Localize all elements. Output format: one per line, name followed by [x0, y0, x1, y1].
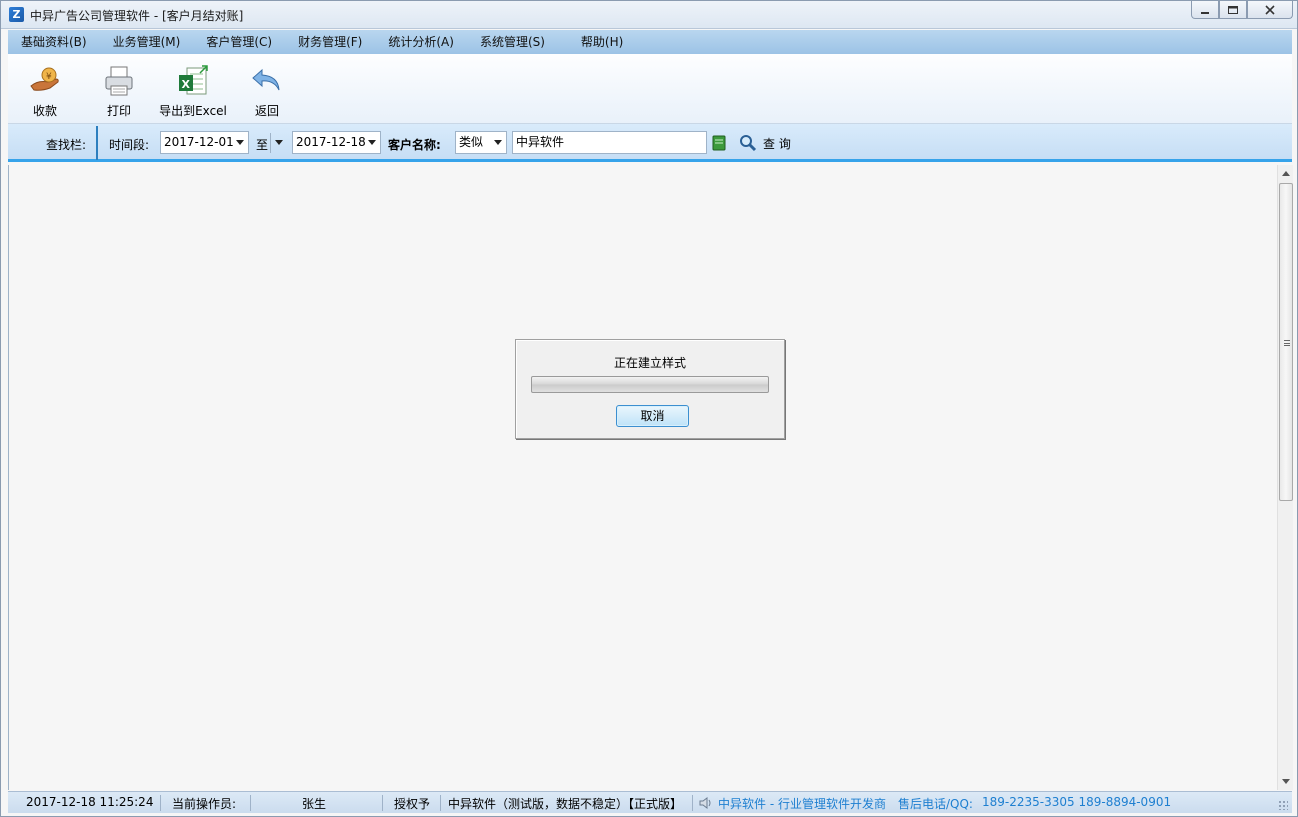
menu-help[interactable]: 帮助(H) [568, 30, 636, 54]
window-controls [1191, 1, 1293, 21]
title-bar: Z 中异广告公司管理软件 - [客户月结对账] [1, 1, 1297, 29]
print-button[interactable]: 打印 [82, 54, 156, 124]
chevron-down-icon [275, 140, 283, 145]
book-picker-icon [712, 135, 726, 151]
status-license-info: 中异软件（测试版，数据不稳定）【正式版】 [448, 797, 683, 811]
menu-basic-data[interactable]: 基础资料(B) [8, 30, 100, 54]
minimize-icon [1201, 11, 1209, 14]
date-to-select[interactable]: 2017-12-18 [292, 131, 381, 154]
chevron-down-icon [494, 140, 502, 145]
scroll-up-icon[interactable] [1282, 171, 1290, 176]
search-bar: 查找栏: 时间段: 2017-12-01 至 2017-12-18 客户名称: … [8, 124, 1292, 162]
customer-picker-button[interactable] [712, 135, 726, 154]
status-license-label: 授权予 [394, 797, 431, 811]
status-support-phones: 189-2235-3305 189-8894-0901 [982, 795, 1172, 809]
status-divider [440, 795, 441, 811]
query-button[interactable]: 查 询 [739, 133, 791, 153]
print-label: 打印 [106, 104, 131, 118]
maximize-button[interactable] [1219, 1, 1247, 19]
status-datetime: 2017-12-18 11:25:24 [26, 795, 154, 809]
excel-export-icon: X [176, 64, 210, 98]
chevron-down-icon [236, 140, 244, 145]
match-mode-value: 类似 [459, 135, 484, 149]
range-toggle-dropdown[interactable] [270, 133, 286, 153]
export-excel-label: 导出到Excel [159, 104, 227, 118]
window-title: 中异广告公司管理软件 - [客户月结对账] [30, 9, 244, 23]
customer-name-input[interactable]: 中异软件 [512, 131, 707, 154]
grip-icon [1284, 340, 1290, 346]
search-icon [740, 135, 757, 152]
date-from-select[interactable]: 2017-12-01 [160, 131, 249, 154]
export-excel-button[interactable]: X 导出到Excel [156, 54, 230, 124]
progress-dialog: 正在建立样式 取消 [515, 339, 785, 439]
app-window: Z 中异广告公司管理软件 - [客户月结对账] 基础资料(B) 业务管理(M) … [0, 0, 1298, 817]
search-bar-label: 查找栏: [46, 138, 87, 152]
svg-text:X: X [182, 78, 191, 91]
status-divider [160, 795, 161, 811]
receive-payment-button[interactable]: ¥ 收款 [8, 54, 82, 124]
progress-bar [531, 376, 769, 393]
status-divider [692, 795, 693, 811]
status-support-label: 售后电话/QQ: [898, 797, 973, 811]
cancel-button[interactable]: 取消 [616, 405, 689, 427]
report-area [8, 165, 1277, 790]
vertical-scrollbar[interactable] [1277, 165, 1293, 790]
status-divider [382, 795, 383, 811]
svg-text:¥: ¥ [46, 72, 52, 82]
menu-bar: 基础资料(B) 业务管理(M) 客户管理(C) 财务管理(F) 统计分析(A) … [8, 30, 1292, 54]
app-logo-icon: Z [9, 7, 24, 22]
date-to-value: 2017-12-18 [296, 135, 366, 149]
customer-name-value: 中异软件 [516, 135, 565, 149]
progress-message: 正在建立样式 [613, 356, 686, 370]
period-label: 时间段: [109, 138, 150, 152]
toolbar: ¥ 收款 打印 X 导出到Excel 返回 [8, 54, 1292, 124]
receive-payment-label: 收款 [32, 104, 57, 118]
menu-statistics[interactable]: 统计分析(A) [375, 30, 467, 54]
scroll-thumb[interactable] [1279, 183, 1293, 501]
close-button[interactable] [1247, 1, 1293, 19]
resize-grip-icon[interactable] [1278, 800, 1288, 810]
menu-business[interactable]: 业务管理(M) [100, 30, 194, 54]
status-operator-name: 张生 [302, 797, 327, 811]
status-bar: 2017-12-18 11:25:24 当前操作员: 张生 授权予 中异软件（测… [8, 791, 1292, 813]
status-operator-label: 当前操作员: [172, 797, 237, 811]
status-vendor: 中异软件 - 行业管理软件开发商 [718, 797, 886, 811]
to-label: 至 [256, 138, 269, 152]
minimize-button[interactable] [1191, 1, 1219, 19]
search-bar-divider [96, 126, 98, 160]
menu-system[interactable]: 系统管理(S) [467, 30, 558, 54]
back-button[interactable]: 返回 [230, 54, 304, 124]
printer-icon [102, 64, 136, 98]
money-hand-icon: ¥ [28, 64, 62, 98]
speaker-icon [698, 796, 714, 813]
menu-customer[interactable]: 客户管理(C) [193, 30, 285, 54]
customer-name-label: 客户名称: [388, 138, 441, 152]
close-icon [1265, 4, 1275, 15]
back-arrow-icon [250, 64, 284, 98]
match-mode-select[interactable]: 类似 [455, 131, 507, 154]
menu-finance[interactable]: 财务管理(F) [285, 30, 375, 54]
date-from-value: 2017-12-01 [164, 135, 234, 149]
back-label: 返回 [254, 104, 279, 118]
scroll-down-icon[interactable] [1282, 779, 1290, 784]
chevron-down-icon [368, 140, 376, 145]
status-divider [250, 795, 251, 811]
maximize-icon [1228, 5, 1238, 14]
query-label: 查 询 [763, 136, 791, 151]
